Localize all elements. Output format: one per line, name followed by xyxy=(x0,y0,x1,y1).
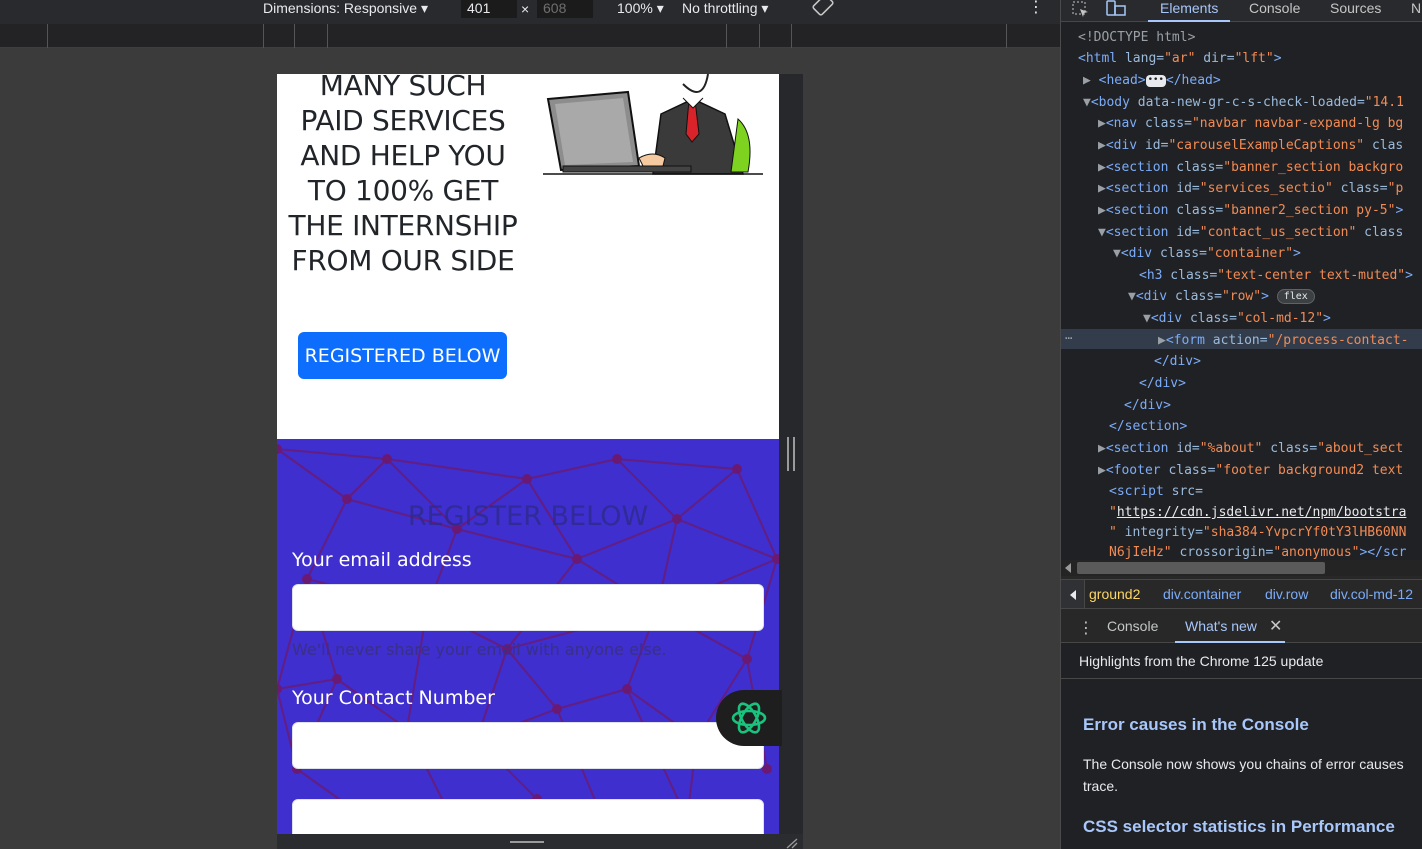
dom-line[interactable]: </section> xyxy=(1109,417,1187,437)
drawer-tab-console[interactable]: Console xyxy=(1107,618,1158,634)
dom-line[interactable]: ▶<section id="%about" class="about_sect xyxy=(1098,439,1403,459)
breadcrumb-item[interactable]: div.col-md-12 xyxy=(1330,586,1413,602)
email-field[interactable] xyxy=(292,584,764,631)
dimensions-dropdown[interactable]: Dimensions: Responsive ▾ xyxy=(263,0,428,18)
dom-line[interactable]: ▶<nav class="navbar navbar-expand-lg bg xyxy=(1098,114,1403,134)
dom-line-body[interactable]: ▼<body data-new-gr-c-s-check-loaded="14.… xyxy=(1083,93,1404,113)
breadcrumb-item[interactable]: ground2 xyxy=(1089,586,1140,602)
devtools-panel: Elements Console Sources N <!DOCTYPE htm… xyxy=(1060,0,1422,849)
contact-number-field[interactable] xyxy=(292,722,764,769)
breadcrumb-item[interactable]: div.row xyxy=(1265,586,1308,602)
dom-line[interactable]: ▼<div class="row"> flex xyxy=(1128,287,1315,307)
whats-new-link[interactable]: CSS selector statistics in Performance xyxy=(1083,817,1395,837)
flex-badge[interactable]: flex xyxy=(1276,289,1315,304)
dom-line[interactable]: </div> xyxy=(1124,396,1171,416)
tab-more[interactable]: N xyxy=(1411,0,1421,16)
inspect-element-icon[interactable] xyxy=(1071,0,1091,18)
dom-line-selected[interactable]: ▶<form action="/process-contact- xyxy=(1158,331,1408,351)
times-icon: × xyxy=(521,1,530,17)
contact-title: REGISTER BELOW xyxy=(407,501,649,532)
network-background xyxy=(277,444,779,834)
tab-console[interactable]: Console xyxy=(1249,0,1300,16)
dom-line[interactable]: ▶<div id="carouselExampleCaptions" clas xyxy=(1098,136,1403,156)
device-toggle-icon[interactable] xyxy=(1105,0,1127,18)
device-toolbar: Dimensions: Responsive ▾ 401 × 608 100% … xyxy=(0,0,1060,24)
zoom-dropdown[interactable]: 100% ▾ xyxy=(617,0,664,18)
script-src-link[interactable]: https://cdn.jsdelivr.net/npm/bootstra xyxy=(1117,505,1407,520)
dom-line[interactable]: ▶<footer class="footer background2 text xyxy=(1098,461,1403,481)
dom-line[interactable]: ▼<div class="container"> xyxy=(1113,244,1301,264)
drawer-tab-whats-new[interactable]: What's new xyxy=(1175,618,1285,643)
email-label: Your email address xyxy=(292,549,472,571)
dom-line[interactable]: " integrity="sha384-YvpcrYf0tY3lHB60NN xyxy=(1109,523,1406,543)
assistant-fab[interactable] xyxy=(716,690,782,746)
breadcrumb-back-button[interactable] xyxy=(1061,580,1085,608)
dom-line[interactable]: ▼<section id="contact_us_section" class xyxy=(1098,223,1403,243)
whats-new-panel: Highlights from the Chrome 125 update Er… xyxy=(1061,643,1422,849)
scroll-thumb[interactable] xyxy=(1077,562,1325,574)
divider xyxy=(1061,678,1422,679)
whats-new-header: Highlights from the Chrome 125 update xyxy=(1079,653,1324,669)
breadcrumb-item[interactable]: div.container xyxy=(1163,586,1241,602)
contact-section: REGISTER BELOW Your email address We'll … xyxy=(277,439,779,834)
node-actions-icon[interactable]: ⋯ xyxy=(1065,328,1072,348)
resize-handle-right[interactable] xyxy=(787,437,795,471)
dom-line[interactable]: N6jIeHz" crossorigin="anonymous"></scr xyxy=(1109,543,1406,560)
close-icon[interactable]: ✕ xyxy=(1269,616,1282,636)
next-field[interactable] xyxy=(292,799,764,834)
dom-line[interactable]: <html lang="ar" dir="lft"> xyxy=(1078,49,1282,69)
rotate-icon[interactable] xyxy=(812,0,834,18)
device-viewport: MANY SUCH PAID SERVICES AND HELP YOU TO … xyxy=(277,74,779,834)
dom-line[interactable]: ▶<section class="banner2_section py-5"> xyxy=(1098,201,1403,221)
viewport-width-input[interactable]: 401 xyxy=(461,0,517,18)
resize-corner-icon[interactable] xyxy=(785,837,799,849)
dom-line[interactable]: <script src= xyxy=(1109,482,1203,502)
breadcrumb: ground2 div.container div.row div.col-md… xyxy=(1061,579,1422,609)
media-query-ruler xyxy=(0,24,1060,48)
dom-line-head[interactable]: ▶ <head> ••• </head> xyxy=(1083,71,1221,91)
throttling-dropdown[interactable]: No throttling ▾ xyxy=(682,0,768,18)
dom-line[interactable]: </div> xyxy=(1139,374,1186,394)
dom-line[interactable]: <!DOCTYPE html> xyxy=(1078,28,1195,48)
elements-tree: <!DOCTYPE html> <html lang="ar" dir="lft… xyxy=(1061,22,1422,560)
openai-icon xyxy=(731,702,767,734)
tab-elements[interactable]: Elements xyxy=(1147,0,1231,22)
banner-section: MANY SUCH PAID SERVICES AND HELP YOU TO … xyxy=(277,74,779,439)
whats-new-link[interactable]: Error causes in the Console xyxy=(1083,715,1309,735)
whats-new-text: The Console now shows you chains of erro… xyxy=(1083,756,1404,794)
dom-line[interactable]: ▶<section class="banner_section backgro xyxy=(1098,158,1403,178)
resize-handle-bottom[interactable] xyxy=(510,841,544,847)
dom-line[interactable]: </div> xyxy=(1154,352,1201,372)
banner-heading: MANY SUCH PAID SERVICES AND HELP YOU TO … xyxy=(288,74,518,277)
dom-line[interactable]: "https://cdn.jsdelivr.net/npm/bootstra xyxy=(1109,503,1406,523)
elements-horizontal-scrollbar[interactable] xyxy=(1061,560,1422,576)
tab-sources[interactable]: Sources xyxy=(1330,0,1381,16)
email-helper-text: We'll never share your email with anyone… xyxy=(292,640,667,659)
drawer-tabbar: ⋮ Console What's new ✕ xyxy=(1061,611,1422,643)
laptop-man-illustration xyxy=(543,74,763,175)
dom-line[interactable]: ▶<section id="services_sectio" class="p xyxy=(1098,179,1403,199)
scroll-left-icon[interactable] xyxy=(1065,563,1071,573)
more-options-icon[interactable]: ⋮ xyxy=(1028,0,1044,18)
registered-below-button[interactable]: REGISTERED BELOW xyxy=(298,332,507,379)
viewport-height-input[interactable]: 608 xyxy=(537,0,593,18)
drawer-menu-icon[interactable]: ⋮ xyxy=(1078,618,1094,638)
contact-label: Your Contact Number xyxy=(292,687,495,709)
devtools-tabbar: Elements Console Sources N xyxy=(1061,0,1422,22)
dom-line[interactable]: ▼<div class="col-md-12"> xyxy=(1143,309,1331,329)
dom-line[interactable]: <h3 class="text-center text-muted"> xyxy=(1139,266,1413,286)
chevron-left-icon xyxy=(1070,590,1076,600)
